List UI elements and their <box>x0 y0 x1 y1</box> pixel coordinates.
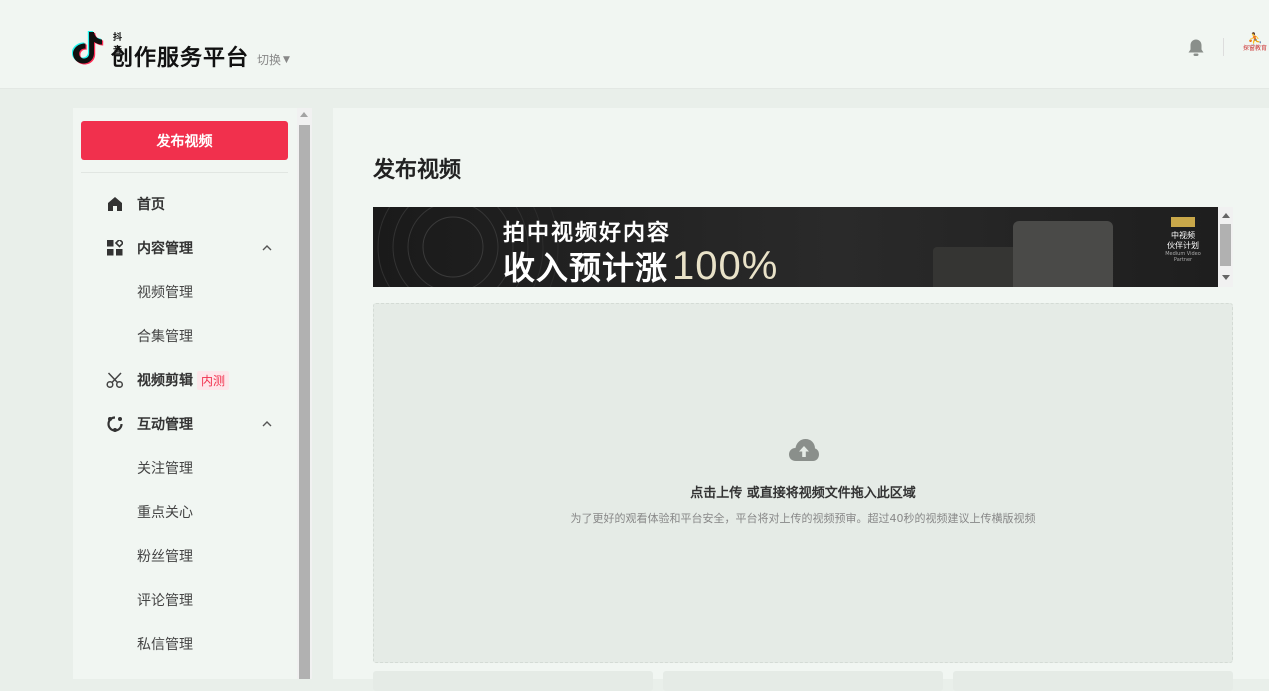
sidebar-item-key-care[interactable]: 重点关心 <box>137 490 193 534</box>
publish-video-button[interactable]: 发布视频 <box>81 121 288 160</box>
chevron-up-icon <box>262 245 272 251</box>
home-icon <box>106 195 124 213</box>
sidebar: 发布视频 首页 内容管理 视频管理 合集管理 视频剪辑 内测 互动管理 关注管理… <box>73 108 297 679</box>
avatar-text: 探窗教育 <box>1242 45 1267 52</box>
sidebar-item-comment-management[interactable]: 评论管理 <box>137 578 193 622</box>
sidebar-item-label: 视频剪辑 <box>137 373 193 389</box>
sidebar-item-video-management[interactable]: 视频管理 <box>137 270 193 314</box>
douyin-logo-icon <box>72 31 104 65</box>
content-grid-icon <box>106 239 124 257</box>
beta-badge: 内测 <box>197 370 230 390</box>
banner-subheadline: 收入预计涨 100% <box>503 243 778 287</box>
main-content: 发布视频 拍中视频好内容 收入预计涨 100% 中视频 伙伴计划 Medium V… <box>333 108 1269 691</box>
scroll-down-arrow-icon[interactable] <box>1222 275 1230 280</box>
cloud-upload-icon <box>789 439 819 461</box>
top-header: 抖音 创作服务平台 切换 ▼ ⛹ 探窗教育 <box>0 0 1269 89</box>
sidebar-item-label: 首页 <box>137 197 165 213</box>
caret-down-icon: ▼ <box>283 54 290 65</box>
header-divider <box>1223 38 1224 56</box>
banner-scrollbar-thumb[interactable] <box>1220 224 1231 266</box>
banner-plan-logo: 中视频 伙伴计划 Medium Video Partner <box>1161 217 1205 263</box>
banner-scrollbar[interactable] <box>1218 207 1233 287</box>
sidebar-item-follow-management[interactable]: 关注管理 <box>137 446 193 490</box>
sidebar-scrollbar[interactable] <box>297 108 312 679</box>
avatar-figure-icon: ⛹ <box>1247 32 1263 46</box>
upload-instruction: 点击上传 或直接将视频文件拖入此区域 <box>690 486 916 501</box>
sidebar-item-video-editing[interactable]: 视频剪辑 内测 <box>73 358 297 402</box>
scroll-up-arrow-icon[interactable] <box>300 112 308 117</box>
scrollbar-thumb[interactable] <box>299 125 310 679</box>
switch-dropdown[interactable]: 切换 ▼ <box>257 51 290 68</box>
sidebar-item-label: 互动管理 <box>137 417 193 433</box>
interact-icon <box>106 415 124 433</box>
bottom-card[interactable] <box>373 671 653 691</box>
sidebar-item-fans-management[interactable]: 粉丝管理 <box>137 534 193 578</box>
scissors-icon <box>106 371 124 389</box>
sidebar-divider <box>81 172 288 173</box>
sidebar-item-label: 内容管理 <box>137 241 193 257</box>
banner-device-large <box>1013 221 1113 287</box>
sidebar-item-home[interactable]: 首页 <box>73 182 297 226</box>
plan-title: 中视频 伙伴计划 <box>1167 231 1199 250</box>
switch-label: 切换 <box>257 53 282 67</box>
promo-banner[interactable]: 拍中视频好内容 收入预计涨 100% 中视频 伙伴计划 Medium Video … <box>373 207 1218 287</box>
page-title: 发布视频 <box>373 158 462 183</box>
plan-subtitle: Medium Video Partner <box>1165 251 1201 263</box>
scroll-up-arrow-icon[interactable] <box>1222 213 1230 218</box>
banner-percentage: 100% <box>672 244 779 287</box>
upload-hint: 为了更好的观看体验和平台安全，平台将对上传的视频预审。超过40秒的视频建议上传横… <box>570 512 1036 525</box>
brand-logo[interactable]: 抖音 创作服务平台 <box>72 28 248 71</box>
plan-gold-icon <box>1171 217 1195 227</box>
sidebar-item-message-management[interactable]: 私信管理 <box>137 622 193 666</box>
upload-dropzone[interactable]: 点击上传 或直接将视频文件拖入此区域 为了更好的观看体验和平台安全，平台将对上传… <box>373 303 1233 663</box>
brand-title: 创作服务平台 <box>111 46 250 71</box>
sidebar-item-collection-management[interactable]: 合集管理 <box>137 314 193 358</box>
banner-device-small <box>933 247 1023 287</box>
avatar[interactable]: ⛹ 探窗教育 <box>1240 33 1269 61</box>
bell-icon[interactable] <box>1187 38 1205 58</box>
bottom-card[interactable] <box>663 671 943 691</box>
sidebar-item-interaction-management[interactable]: 互动管理 <box>73 402 297 446</box>
sidebar-item-content-management[interactable]: 内容管理 <box>73 226 297 270</box>
chevron-up-icon <box>262 421 272 427</box>
bottom-card[interactable] <box>953 671 1233 691</box>
banner-subheadline-text: 收入预计涨 <box>503 249 669 287</box>
